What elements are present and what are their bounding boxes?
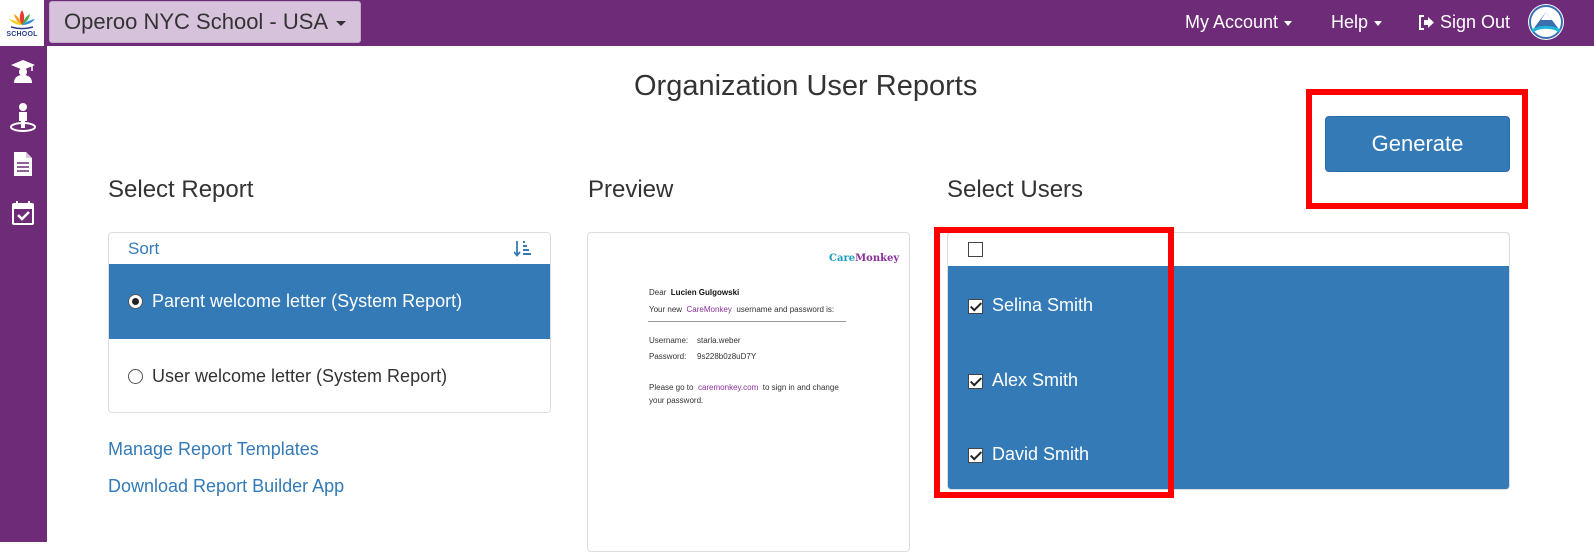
organization-name: Operoo NYC School - USA — [64, 9, 329, 34]
page-title: Organization User Reports — [634, 70, 978, 102]
calendar-check-icon[interactable] — [8, 198, 38, 228]
help-menu[interactable]: Help — [1331, 0, 1383, 44]
logo-label: SCHOOL — [6, 31, 38, 38]
top-navbar: SCHOOL Operoo NYC School - USA My Accoun… — [0, 0, 1594, 46]
select-users-heading: Select Users — [947, 176, 1084, 203]
password-label: Password: — [649, 352, 687, 361]
preview-divider — [648, 321, 846, 322]
user-avatar[interactable] — [1528, 4, 1564, 40]
report-item-parent-welcome-letter[interactable]: Parent welcome letter (System Report) — [109, 264, 550, 339]
school-logo[interactable]: SCHOOL — [0, 0, 44, 46]
report-preview-panel: CareMonkey Dear Lucien Gulgowski Your ne… — [587, 232, 910, 552]
username-value: starla.weber — [697, 336, 741, 345]
line2-post: to sign in and change — [762, 383, 839, 392]
highlight-box-generate — [1306, 89, 1528, 209]
lotus-logo-icon — [9, 10, 35, 30]
report-list-panel: Sort Parent welcome letter (System Repor… — [108, 232, 551, 413]
radio-selected[interactable] — [128, 294, 143, 309]
line1-post: username and password is: — [736, 305, 835, 314]
preview-greeting: Dear Lucien Gulgowski — [649, 288, 739, 297]
report-item-label: User welcome letter (System Report) — [152, 366, 448, 386]
brand-suffix: Monkey — [855, 253, 900, 264]
line2-link: caremonkey.com — [697, 383, 759, 392]
preview-line-2: Please go to caremonkey.com to sign in a… — [649, 383, 839, 392]
report-item-label: Parent welcome letter (System Report) — [152, 291, 463, 311]
manage-report-templates-link[interactable]: Manage Report Templates — [108, 439, 319, 460]
caret-down-icon — [336, 21, 347, 26]
greeting-text: Dear — [649, 288, 667, 297]
preview-heading: Preview — [588, 176, 674, 203]
sign-out-link[interactable]: Sign Out — [1418, 0, 1510, 44]
radio-unselected[interactable] — [128, 369, 143, 384]
line2-pre: Please go to — [649, 383, 694, 392]
my-account-menu[interactable]: My Account — [1185, 0, 1293, 44]
select-report-heading: Select Report — [108, 176, 254, 203]
sort-label: Sort — [128, 239, 160, 258]
sign-out-icon — [1419, 14, 1434, 30]
brand-prefix: Care — [829, 253, 856, 264]
username-label: Username: — [649, 336, 689, 345]
password-value: 9s228b0z8uD7Y — [697, 352, 757, 361]
recipient-name: Lucien Gulgowski — [670, 288, 740, 297]
sort-amount-icon[interactable] — [513, 240, 532, 262]
line1-pre: Your new — [649, 305, 683, 314]
graduate-icon[interactable] — [8, 56, 38, 86]
help-label: Help — [1331, 11, 1369, 32]
preview-password: Password: 9s228b0z8uD7Y — [649, 352, 756, 361]
avatar-icon — [1529, 5, 1563, 39]
sign-out-label: Sign Out — [1440, 11, 1511, 32]
highlight-box-users — [934, 227, 1174, 498]
caremonkey-brand-logo: CareMonkey — [829, 253, 899, 264]
sort-row[interactable]: Sort — [109, 233, 550, 264]
download-report-builder-link[interactable]: Download Report Builder App — [108, 476, 344, 497]
line1-brand: CareMonkey — [686, 305, 732, 314]
preview-username: Username: starla.weber — [649, 336, 741, 345]
caret-down-icon — [1374, 20, 1383, 26]
organization-selector[interactable]: Operoo NYC School - USA — [49, 1, 361, 43]
caret-down-icon — [1284, 20, 1293, 26]
person-icon[interactable] — [8, 102, 38, 132]
my-account-label: My Account — [1185, 11, 1279, 32]
left-sidebar — [0, 46, 47, 542]
preview-line-3: your password. — [649, 396, 704, 405]
document-icon[interactable] — [8, 149, 38, 179]
report-item-user-welcome-letter[interactable]: User welcome letter (System Report) — [109, 339, 550, 412]
preview-line-1: Your new CareMonkey username and passwor… — [649, 305, 834, 314]
